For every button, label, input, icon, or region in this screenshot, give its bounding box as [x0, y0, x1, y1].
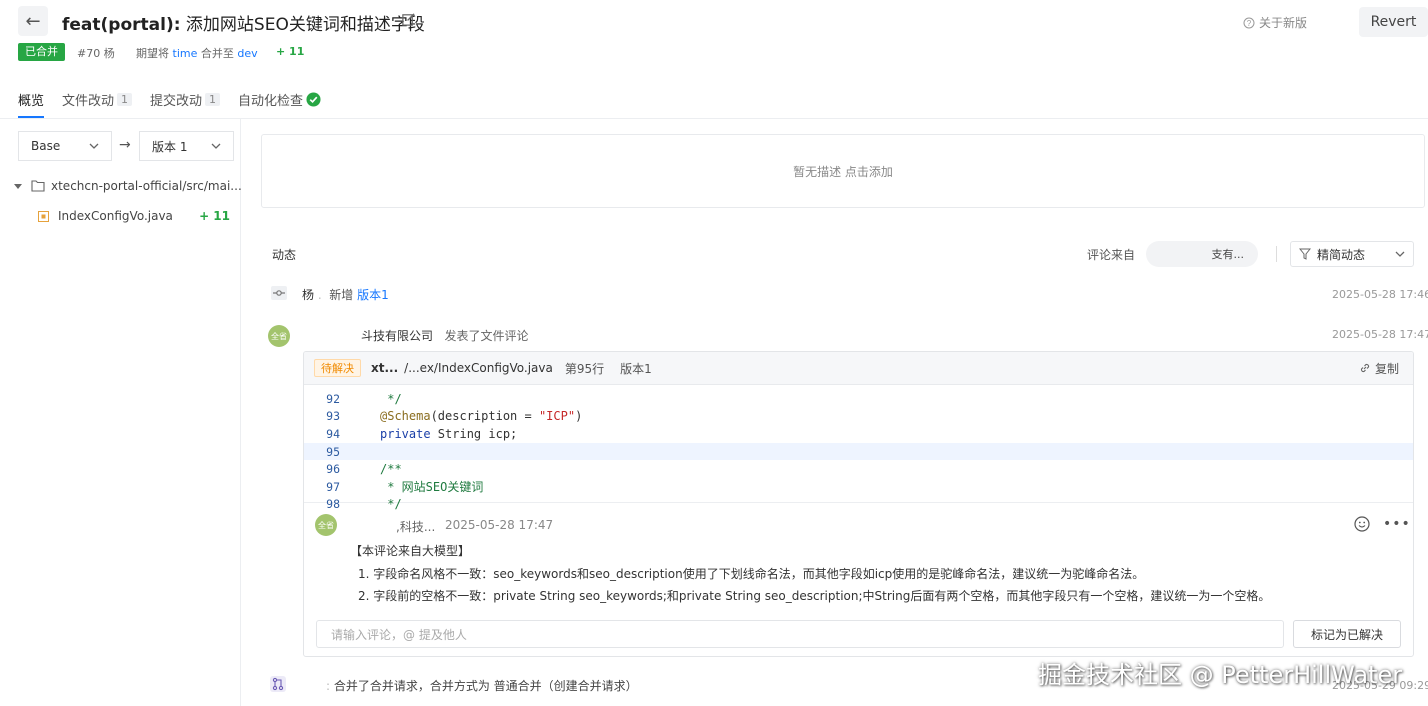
folder-icon: [31, 180, 45, 192]
more-icon[interactable]: •••: [1383, 516, 1411, 532]
file-icon: [38, 210, 49, 222]
code-text: * 网站SEO关键词: [380, 480, 484, 495]
commit-icon: [271, 286, 287, 300]
file-comment-card: 待解决 xt... /...ex/IndexConfigVo.java 第95行…: [303, 351, 1414, 657]
line-number: 94: [326, 426, 340, 441]
pending-badge: 待解决: [314, 359, 361, 377]
about-new-version-link[interactable]: ? 关于新版: [1243, 14, 1307, 31]
tree-folder[interactable]: xtechcn-portal-official/src/mai...: [14, 179, 242, 193]
edit-icon[interactable]: [401, 12, 416, 27]
tab-overview[interactable]: 概览: [18, 90, 44, 109]
base-select[interactable]: Base: [18, 131, 112, 161]
event-time: 2025-05-28 17:46: [1332, 288, 1428, 301]
link-icon: [1360, 363, 1370, 373]
line-number: 98: [326, 497, 340, 512]
event-time: 2025-05-28 17:47: [1332, 328, 1428, 341]
event-version-added: 杨 . 新增 版本1: [302, 288, 389, 302]
merge-event-text: : 合并了合并请求，合并方式为 普通合并（创建合并请求）: [326, 679, 638, 693]
caret-down-icon: [14, 184, 22, 189]
page-title: feat(portal): 添加网站SEO关键词和描述字段: [62, 15, 425, 35]
description-box[interactable]: 暂无描述 点击添加: [261, 134, 1425, 208]
divider: [1276, 246, 1277, 262]
comment-file-header: 待解决 xt... /...ex/IndexConfigVo.java 第95行…: [304, 352, 1413, 385]
code-text: private String icp;: [380, 426, 518, 441]
watermark: 掘金技术社区 @ PetterHillWater: [1038, 661, 1403, 689]
simple-activity-select[interactable]: 精简动态: [1290, 241, 1414, 267]
back-button[interactable]: ←: [18, 6, 48, 36]
copy-button[interactable]: 复制: [1359, 360, 1399, 377]
chevron-down-icon: [1395, 251, 1405, 257]
chevron-down-icon: [211, 143, 221, 149]
merge-icon: [270, 676, 286, 692]
code-line: 96 /**: [304, 460, 1413, 478]
svg-text:?: ?: [1247, 19, 1252, 28]
tabs-divider: [0, 118, 1428, 119]
comment-line: 1. 字段命名风格不一致：seo_keywords和seo_descriptio…: [358, 567, 1145, 581]
tab-auto-checks[interactable]: 自动化检查: [238, 90, 321, 109]
activity-title: 动态: [272, 248, 297, 262]
source-branch-link[interactable]: time: [173, 47, 198, 60]
code-text: /**: [380, 462, 402, 477]
help-circle-icon: ?: [1243, 17, 1255, 28]
merge-info: 期望将 time 合并至 dev: [136, 47, 258, 60]
code-text: */: [380, 497, 402, 512]
revert-button[interactable]: Revert: [1359, 7, 1428, 37]
code-text: */: [380, 391, 402, 406]
line-number: 93: [326, 409, 340, 424]
chevron-down-icon: [89, 143, 99, 149]
comment-line: 【本评论来自大模型】: [350, 544, 471, 558]
line-number: 97: [326, 479, 340, 494]
line-number: 96: [326, 462, 340, 477]
comment-filter-select[interactable]: 支有...: [1146, 241, 1258, 267]
avatar: 全省: [315, 514, 337, 536]
line-number: 95: [326, 444, 340, 459]
event-comment-header: 斗技有限公司 发表了文件评论: [361, 329, 529, 343]
mr-id: #70 杨: [77, 47, 115, 60]
tree-file[interactable]: IndexConfigVo.java + 11: [38, 209, 230, 223]
target-branch-link[interactable]: dev: [237, 47, 257, 60]
status-badge: 已合并: [18, 43, 65, 61]
lines-added: + 11: [276, 45, 305, 58]
code-line: 97 * 网站SEO关键词: [304, 478, 1413, 496]
check-circle-icon: [306, 92, 321, 107]
version-link[interactable]: 版本1: [357, 288, 389, 302]
tab-file-changes[interactable]: 文件改动 1: [62, 90, 133, 109]
comment-line: 2. 字段前的空格不一致：private String seo_keywords…: [358, 589, 1271, 603]
filter-icon: [1299, 248, 1311, 260]
code-text: @Schema(description = "ICP"): [380, 409, 583, 424]
comment-filter-label: 评论来自: [1087, 248, 1136, 262]
reply-input[interactable]: 请输入评论，@ 提及他人: [316, 620, 1284, 648]
line-number: 92: [326, 391, 340, 406]
arrow-left-icon: ←: [25, 10, 41, 32]
emoji-icon[interactable]: [1354, 516, 1370, 532]
tab-commits[interactable]: 提交改动 1: [150, 90, 221, 109]
code-line: 94 private String icp;: [304, 425, 1413, 443]
sidebar-divider: [240, 119, 241, 706]
code-line: 98 */: [304, 496, 1413, 514]
code-line: 92 */: [304, 390, 1413, 408]
comment-time: 2025-05-28 17:47: [445, 518, 554, 532]
compare-arrow-icon: →: [119, 137, 131, 153]
code-line: 93 @Schema(description = "ICP"): [304, 408, 1413, 426]
mark-resolved-button[interactable]: 标记为已解决: [1293, 620, 1401, 648]
code-snippet: 92 */93 @Schema(description = "ICP") 94 pri…: [304, 385, 1413, 511]
code-line: 95: [304, 442, 1413, 461]
version-select[interactable]: 版本 1: [139, 131, 234, 161]
comment-author: ,科技...: [396, 520, 436, 534]
avatar: 全省: [268, 325, 290, 347]
file-path-link[interactable]: /...ex/IndexConfigVo.java: [404, 361, 553, 375]
